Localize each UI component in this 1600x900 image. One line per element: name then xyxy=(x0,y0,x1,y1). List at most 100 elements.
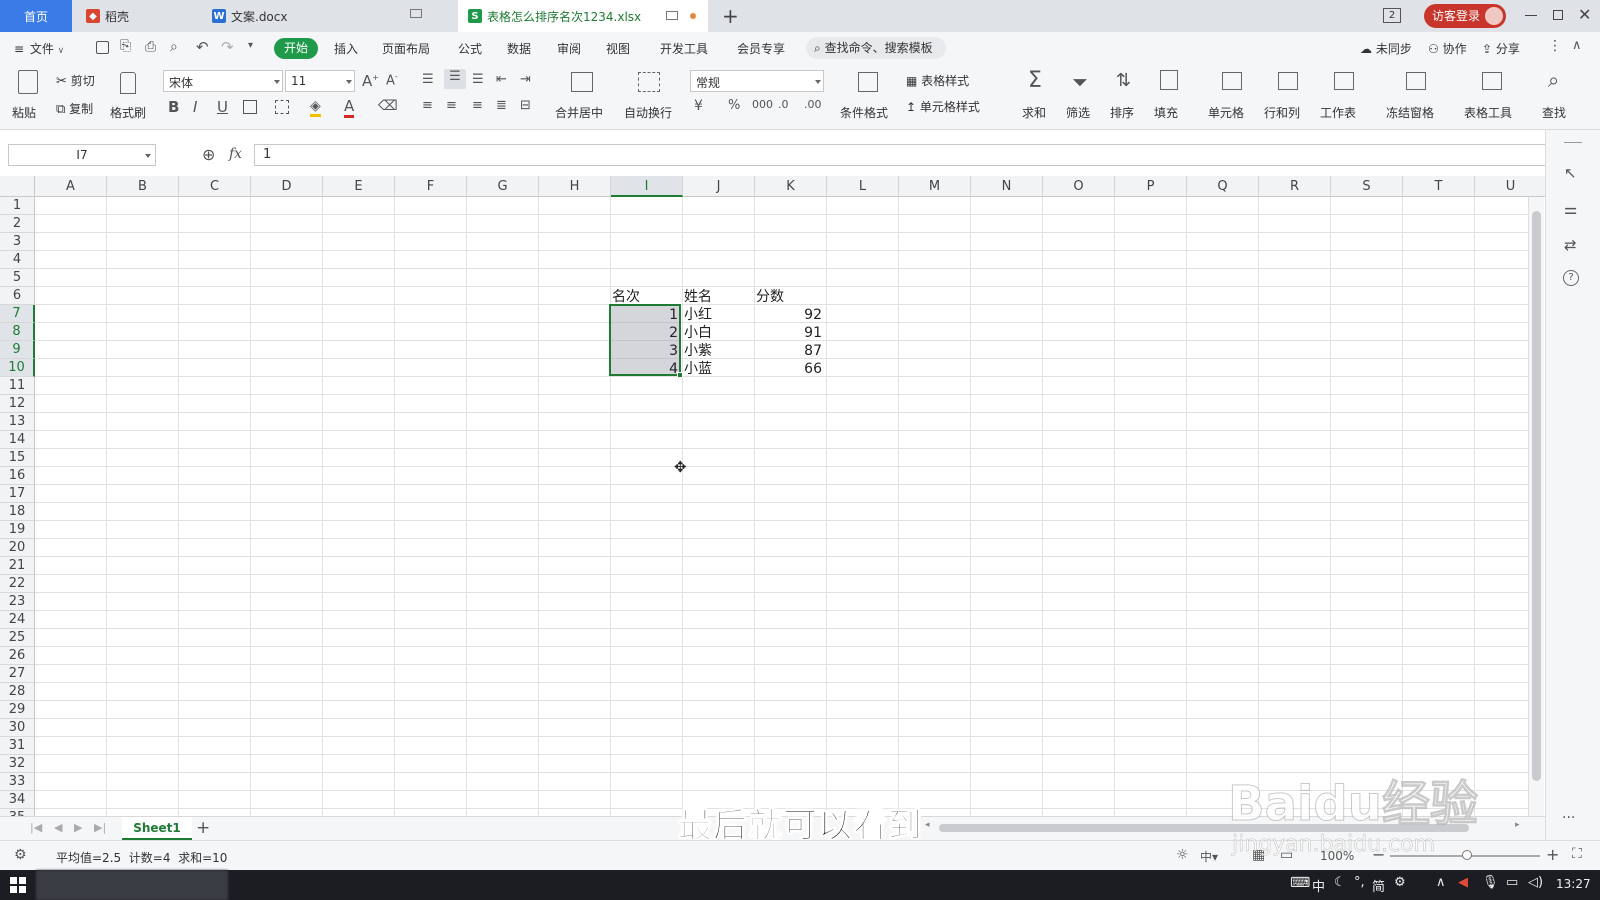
more-icon[interactable]: ⋮ xyxy=(1548,38,1562,54)
column-header[interactable]: U xyxy=(1475,176,1545,197)
ime-indicator[interactable]: 中 xyxy=(1312,876,1325,895)
currency-icon[interactable]: ¥ xyxy=(694,98,703,114)
row-header[interactable]: 20 xyxy=(0,539,35,557)
window-count-icon[interactable]: 2 xyxy=(1383,8,1401,23)
rows-cols-button[interactable]: 行和列 xyxy=(1264,68,1314,124)
column-header[interactable]: K xyxy=(755,176,827,197)
table-tools-button[interactable]: 表格工具 xyxy=(1464,68,1526,124)
eye-protect-icon[interactable]: ☼ xyxy=(1176,847,1189,863)
row-header[interactable]: 17 xyxy=(0,485,35,503)
row-header[interactable]: 19 xyxy=(0,521,35,539)
tab-daoke[interactable]: ◆ 稻壳 xyxy=(74,0,198,32)
row-header[interactable]: 27 xyxy=(0,665,35,683)
minimize-icon[interactable] xyxy=(1525,15,1537,16)
fullscreen-icon[interactable]: ⛶ xyxy=(1572,846,1582,862)
tab-doc[interactable]: W 文案.docx xyxy=(200,0,456,32)
row-header[interactable]: 28 xyxy=(0,683,35,701)
header-rank[interactable]: 名次 xyxy=(609,288,681,306)
cell-score[interactable]: 66 xyxy=(753,360,825,378)
format-painter-button[interactable]: 格式刷 xyxy=(110,68,150,124)
column-header[interactable]: B xyxy=(107,176,179,197)
row-header[interactable]: 4 xyxy=(0,251,35,269)
vertical-scrollbar[interactable] xyxy=(1528,197,1544,816)
row-header[interactable]: 35 xyxy=(0,809,35,816)
undo-icon[interactable]: ↶ xyxy=(196,38,209,56)
decrease-decimal-icon[interactable]: .00 xyxy=(804,98,822,111)
print-preview-icon[interactable]: ⌕ xyxy=(170,39,178,55)
row-header[interactable]: 14 xyxy=(0,431,35,449)
row-header[interactable]: 3 xyxy=(0,233,35,251)
align-right-icon[interactable]: ≡ xyxy=(472,98,483,113)
freeze-panes-button[interactable]: 冻结窗格 xyxy=(1386,68,1448,124)
increase-decimal-icon[interactable]: .0 xyxy=(778,98,789,111)
redo-icon[interactable]: ↷ xyxy=(221,38,234,56)
clear-format-icon[interactable]: ⌫ xyxy=(378,98,398,114)
row-header[interactable]: 2 xyxy=(0,215,35,233)
cell-rank[interactable]: 4 xyxy=(609,360,681,378)
percent-icon[interactable]: % xyxy=(728,98,740,113)
row-header[interactable]: 12 xyxy=(0,395,35,413)
cell-rank[interactable]: 2 xyxy=(609,324,681,342)
export-icon[interactable]: ⎘ xyxy=(120,38,131,54)
tab-home[interactable]: 首页 xyxy=(0,0,72,32)
align-middle-icon[interactable]: ☰ xyxy=(444,69,466,89)
column-header[interactable]: I xyxy=(611,176,683,197)
fill-color-icon[interactable]: ◈ xyxy=(310,98,321,117)
font-size-select[interactable]: 11 xyxy=(285,70,355,92)
help-icon[interactable]: ? xyxy=(1563,270,1579,286)
row-header[interactable]: 30 xyxy=(0,719,35,737)
tab-start[interactable]: 开始 xyxy=(274,38,318,59)
clock[interactable]: 13:27 xyxy=(1556,877,1591,891)
keyboard-icon[interactable]: ⌨ xyxy=(1290,875,1310,891)
row-header[interactable]: 1 xyxy=(0,197,35,215)
column-header[interactable]: O xyxy=(1043,176,1115,197)
column-header[interactable]: J xyxy=(683,176,755,197)
fill-pattern-icon[interactable] xyxy=(275,100,289,114)
align-center-icon[interactable]: ≡ xyxy=(446,98,457,113)
worksheet-button[interactable]: 工作表 xyxy=(1320,68,1370,124)
prev-sheet-icon[interactable]: ◀ xyxy=(54,821,62,834)
sum-button[interactable]: Σ 求和 xyxy=(1020,68,1056,124)
underline-icon[interactable]: U xyxy=(217,98,228,116)
filter-button[interactable]: ⏷ 筛选 xyxy=(1064,68,1100,124)
tab-developer[interactable]: 开发工具 xyxy=(660,40,708,57)
column-header[interactable]: H xyxy=(539,176,611,197)
bold-icon[interactable]: B xyxy=(168,98,179,116)
merge-center-button[interactable]: 合并居中 xyxy=(553,68,611,124)
row-header[interactable]: 13 xyxy=(0,413,35,431)
italic-icon[interactable]: I xyxy=(193,98,197,116)
header-score[interactable]: 分数 xyxy=(753,288,825,306)
column-header[interactable]: P xyxy=(1115,176,1187,197)
tab-page-layout[interactable]: 页面布局 xyxy=(382,40,430,57)
cell-score[interactable]: 91 xyxy=(753,324,825,342)
align-bottom-icon[interactable]: ☰ xyxy=(472,72,484,87)
row-header[interactable]: 9 xyxy=(0,341,35,359)
column-header[interactable]: E xyxy=(323,176,395,197)
column-header[interactable]: S xyxy=(1331,176,1403,197)
cell-name[interactable]: 小红 xyxy=(681,306,753,324)
column-header[interactable]: N xyxy=(971,176,1043,197)
cut-button[interactable]: ✂ 剪切 xyxy=(56,72,95,89)
wrap-text-button[interactable]: 自动换行 xyxy=(622,68,674,124)
monitor-icon[interactable] xyxy=(666,11,678,20)
row-header[interactable]: 8 xyxy=(0,323,35,341)
row-header[interactable]: 33 xyxy=(0,773,35,791)
sort-button[interactable]: ⇅ 排序 xyxy=(1108,68,1144,124)
cell-name[interactable]: 小白 xyxy=(681,324,753,342)
print-icon[interactable]: ⎙ xyxy=(145,39,156,55)
last-sheet-icon[interactable]: ▶| xyxy=(94,821,106,834)
row-header[interactable]: 29 xyxy=(0,701,35,719)
collab-button[interactable]: ⚇ 协作 xyxy=(1428,40,1467,57)
row-header[interactable]: 26 xyxy=(0,647,35,665)
row-header[interactable]: 5 xyxy=(0,269,35,287)
align-left-icon[interactable]: ≡ xyxy=(422,98,433,113)
row-header[interactable]: 11 xyxy=(0,377,35,395)
scroll-left-icon[interactable]: ◂ xyxy=(925,820,930,830)
taskbar-app-active[interactable] xyxy=(36,870,228,900)
column-header[interactable]: Q xyxy=(1187,176,1259,197)
pointer-icon[interactable]: ↖ xyxy=(1564,164,1577,182)
row-header[interactable]: 22 xyxy=(0,575,35,593)
row-header[interactable]: 18 xyxy=(0,503,35,521)
zoom-formula-icon[interactable]: ⊕ xyxy=(202,145,215,164)
cell-score[interactable]: 87 xyxy=(753,342,825,360)
